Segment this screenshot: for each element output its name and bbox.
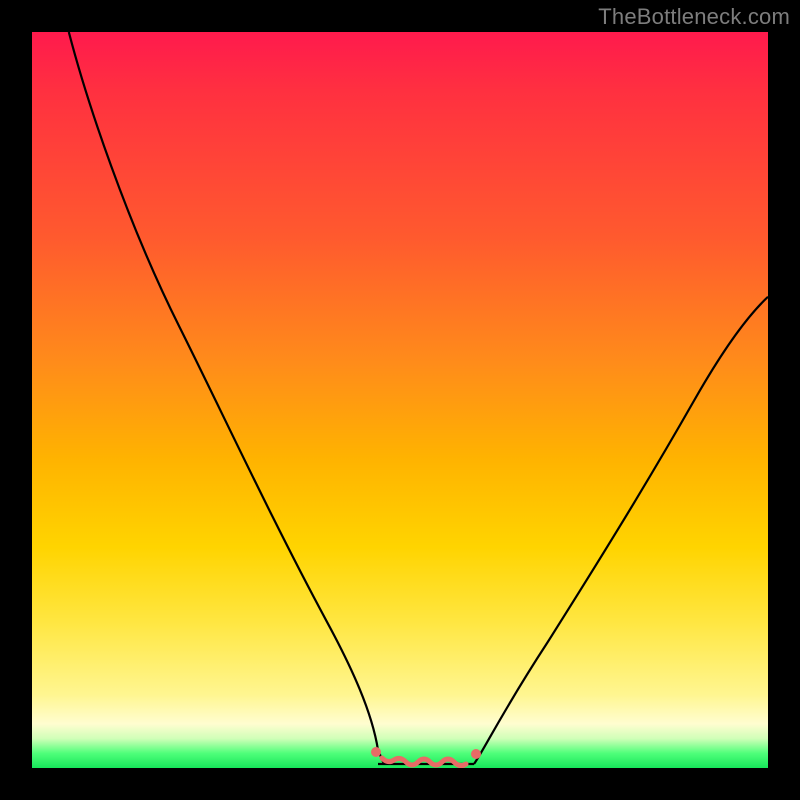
- floor-accent-dot-right: [471, 749, 481, 759]
- curve-left-branch: [69, 32, 384, 764]
- floor-accent-dot-left: [371, 747, 381, 757]
- chart-frame: TheBottleneck.com: [0, 0, 800, 800]
- plot-area: [32, 32, 768, 768]
- bottleneck-curve: [32, 32, 768, 768]
- curve-right-branch: [474, 297, 768, 764]
- watermark-text: TheBottleneck.com: [598, 4, 790, 30]
